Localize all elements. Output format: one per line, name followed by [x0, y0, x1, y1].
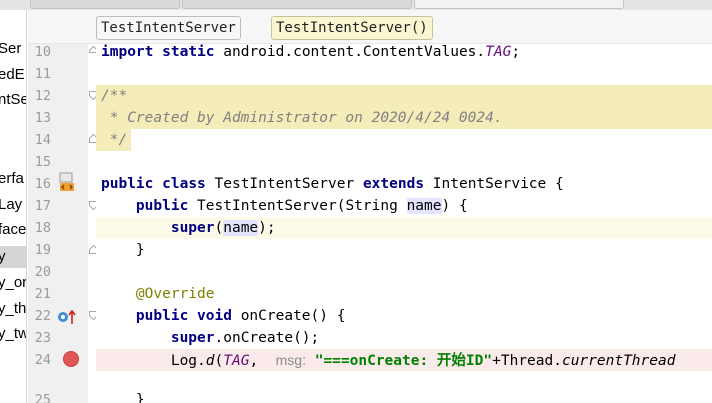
code-editor[interactable]: import static android.content.ContentVal… [96, 44, 712, 403]
line-number: 15 [34, 154, 51, 170]
tree-item[interactable]: edE [0, 64, 26, 86]
editor-tab[interactable] [30, 0, 180, 9]
code-line-24: Log.d(TAG, msg: "===onCreate: 开始ID"+Thre… [170, 352, 676, 369]
tree-item[interactable]: erfa [0, 168, 26, 190]
breakpoint-icon[interactable] [62, 350, 80, 372]
breadcrumb: TestIntentServer TestIntentServer() [28, 10, 712, 44]
line-number: 24 [34, 352, 51, 368]
line-number: 11 [34, 66, 51, 82]
code-line-25: } [135, 392, 145, 403]
editor-tab-active[interactable] [414, 0, 624, 9]
line-number: 23 [34, 330, 51, 346]
line-number: 13 [34, 110, 51, 126]
line-number: 12 [34, 88, 51, 104]
tree-item[interactable]: ntSe [0, 89, 26, 111]
tree-item[interactable]: y_or [0, 272, 26, 294]
tree-item[interactable]: y_tw [0, 323, 26, 345]
code-line-10: import static android.content.ContentVal… [101, 44, 521, 60]
code-line-14: */ [101, 132, 128, 148]
editor-tab[interactable] [182, 0, 412, 9]
tree-item[interactable]: y_th [0, 298, 26, 320]
tree-item[interactable]: face [0, 219, 26, 241]
project-tree-panel: Ser edE ntSe erfa Lay face y y_or y_th y… [0, 10, 27, 403]
line-number: 10 [34, 44, 51, 60]
override-method-icon[interactable] [57, 308, 77, 330]
editor-tab-strip [0, 0, 712, 10]
tree-item[interactable]: Lay [0, 194, 26, 216]
tree-item-selected[interactable]: y [0, 246, 26, 268]
code-line-19: } [135, 242, 145, 258]
line-number: 22 [34, 308, 51, 324]
breadcrumb-class[interactable]: TestIntentServer [96, 16, 241, 40]
breadcrumb-method[interactable]: TestIntentServer() [271, 16, 433, 40]
line-number: 20 [34, 264, 51, 280]
line-number: 18 [34, 220, 51, 236]
code-line-13: * Created by Administrator on 2020/4/24 … [101, 110, 503, 126]
line-number: 14 [34, 132, 51, 148]
line-number: 25 [34, 392, 51, 403]
code-line-23: super.onCreate(); [170, 330, 320, 346]
code-line-12: /** [101, 88, 128, 104]
code-line-21: @Override [135, 286, 215, 302]
line-number: 21 [34, 286, 51, 302]
line-number: 16 [34, 176, 51, 192]
parameter-hint: msg: [275, 352, 306, 368]
code-line-16: public class TestIntentServer extends In… [101, 176, 564, 192]
line-number: 17 [34, 198, 51, 214]
class-hierarchy-icon[interactable] [58, 172, 76, 196]
tree-item[interactable]: Ser [0, 38, 26, 60]
code-line-17: public TestIntentServer(String name) { [135, 198, 468, 214]
code-line-22: public void onCreate() { [135, 308, 346, 324]
line-number: 19 [34, 242, 51, 258]
code-line-18: super(name); [170, 220, 276, 236]
